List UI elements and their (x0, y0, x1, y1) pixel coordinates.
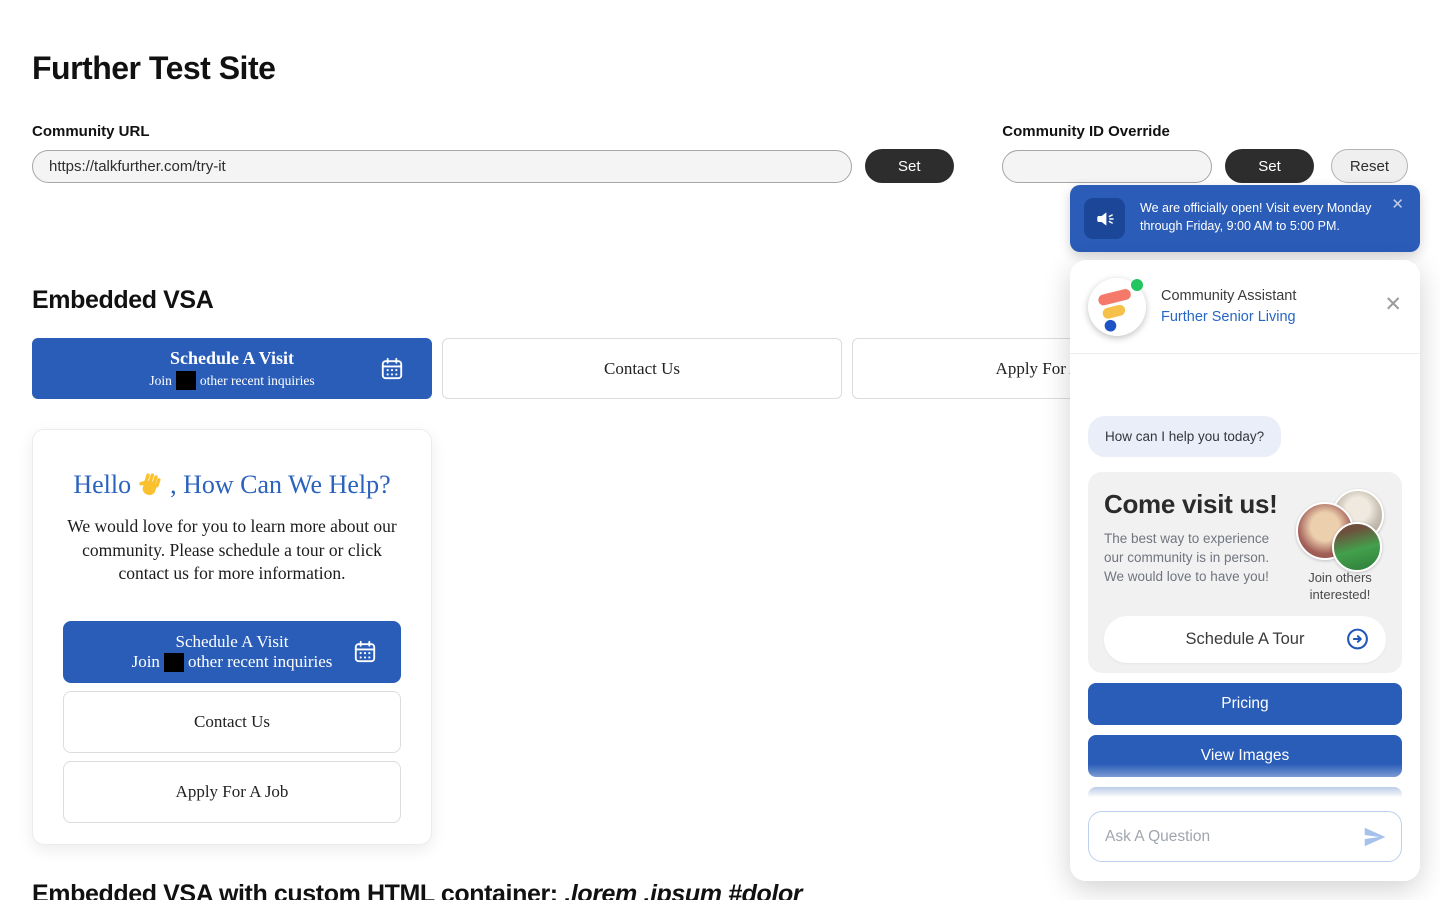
chat-footer (1070, 806, 1420, 881)
chat-body: How can I help you today? Come visit us!… (1070, 354, 1420, 806)
chat-close-icon[interactable]: ✕ (1384, 292, 1402, 317)
card-schedule-visit-button[interactable]: Schedule A Visit Joinother recent inquir… (63, 621, 401, 683)
card-contact-us-button[interactable]: Contact Us (63, 691, 401, 753)
ask-question-box (1088, 811, 1402, 862)
announcement-close-icon[interactable]: ✕ (1391, 197, 1404, 212)
megaphone-icon-box (1084, 198, 1125, 239)
community-url-label: Community URL (32, 123, 1002, 140)
page-title: Further Test Site (32, 50, 1408, 87)
send-icon[interactable] (1362, 824, 1388, 850)
hello-body-text: We would love for you to learn more abou… (65, 515, 399, 586)
container-selector-text: .lorem .ipsum #dolor (564, 880, 802, 900)
community-url-set-button[interactable]: Set (865, 149, 954, 183)
community-logo (1088, 278, 1146, 336)
schedule-visit-subtitle: Joinother recent inquiries (149, 371, 314, 390)
assistant-title: Community Assistant (1161, 286, 1296, 307)
community-id-reset-button[interactable]: Reset (1331, 149, 1408, 183)
megaphone-icon (1094, 208, 1116, 230)
come-visit-card: Come visit us! The best way to experienc… (1088, 472, 1402, 673)
ask-question-input[interactable] (1105, 828, 1351, 846)
community-id-input[interactable] (1002, 150, 1212, 183)
virtual-tour-button[interactable]: Virtual Tour (1088, 787, 1402, 806)
visit-card-title: Come visit us! (1104, 489, 1286, 520)
community-id-group: Community ID Override Set Reset (1002, 123, 1408, 183)
hello-heading: Hello , How Can We Help? (63, 470, 401, 500)
community-url-group: Community URL Set (32, 123, 1002, 183)
waving-hand-icon (137, 472, 164, 499)
redacted-count (176, 371, 196, 390)
avatar (1332, 522, 1382, 572)
announcement-text: We are officially open! Visit every Mond… (1140, 198, 1372, 239)
card-apply-job-button[interactable]: Apply For A Job (63, 761, 401, 823)
contact-us-button[interactable]: Contact Us (442, 338, 842, 399)
redacted-count (164, 653, 184, 672)
online-status-dot (1131, 279, 1143, 291)
chat-titles: Community Assistant Further Senior Livin… (1161, 286, 1296, 328)
community-id-label: Community ID Override (1002, 123, 1408, 140)
pricing-button[interactable]: Pricing (1088, 683, 1402, 725)
hello-card: Hello , How Can We Help? We would love f… (32, 429, 432, 845)
avatar-cluster (1296, 489, 1384, 565)
calendar-icon (379, 356, 405, 382)
assistant-message-bubble: How can I help you today? (1088, 416, 1281, 457)
announcement-banner: We are officially open! Visit every Mond… (1070, 185, 1420, 252)
community-link[interactable]: Further Senior Living (1161, 307, 1296, 328)
arrow-circle-right-icon (1345, 627, 1370, 652)
config-form: Community URL Set Community ID Override … (32, 123, 1408, 183)
view-images-button[interactable]: View Images (1088, 735, 1402, 777)
community-id-set-button[interactable]: Set (1225, 149, 1314, 183)
visit-card-body: The best way to experience our community… (1104, 529, 1286, 586)
schedule-tour-button[interactable]: Schedule A Tour (1104, 616, 1386, 663)
chat-panel: Community Assistant Further Senior Livin… (1070, 260, 1420, 881)
custom-container-heading: Embedded VSA with custom HTML container:… (32, 880, 1408, 900)
schedule-visit-button[interactable]: Schedule A Visit Joinother recent inquir… (32, 338, 432, 399)
social-proof-text: Join others interested! (1294, 570, 1386, 604)
community-url-input[interactable] (32, 150, 852, 183)
calendar-icon (352, 639, 378, 665)
custom-container-section: Embedded VSA with custom HTML container:… (32, 880, 1408, 900)
chat-header: Community Assistant Further Senior Livin… (1070, 260, 1420, 354)
schedule-visit-label: Schedule A Visit (170, 348, 294, 369)
